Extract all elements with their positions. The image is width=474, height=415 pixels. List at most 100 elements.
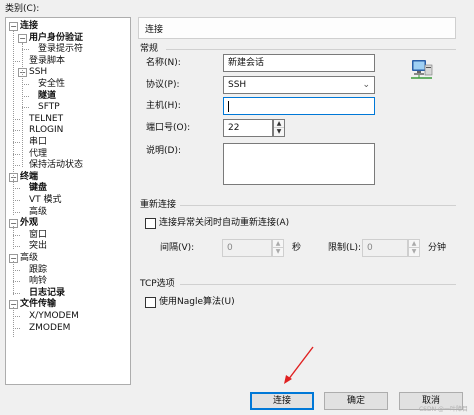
- tree-expander-icon[interactable]: −: [18, 33, 27, 43]
- auto-reconnect-checkbox[interactable]: [145, 218, 156, 229]
- tree-connector: [22, 84, 29, 85]
- reconnect-divider: [180, 205, 456, 206]
- category-tree[interactable]: − 连接 − 用户身份验证 登录提示符 登录脚本 − SSH 安全性 隧道 SFTP TELNET RL…: [5, 17, 131, 385]
- tree-guide-line: [13, 226, 14, 249]
- connect-button[interactable]: 连接: [250, 392, 314, 410]
- tree-item-label: RLOGIN: [29, 125, 64, 136]
- tree-item[interactable]: − 连接: [6, 21, 130, 32]
- tree-item-label: 高级: [20, 253, 39, 263]
- tree-connector: [13, 246, 20, 248]
- limit-label: 限制(L):: [328, 243, 362, 253]
- tree-connector: [13, 200, 20, 201]
- tree-item[interactable]: 跟踪: [6, 265, 130, 276]
- name-input[interactable]: 新建会话: [223, 54, 375, 72]
- tree-connector: [13, 327, 20, 329]
- interval-stepper[interactable]: ▲ ▼: [272, 239, 284, 257]
- tree-guide-line: [13, 30, 14, 180]
- tree-item[interactable]: 登录提示符: [6, 44, 130, 55]
- spin-up-icon[interactable]: ▲: [274, 120, 284, 128]
- tree-item[interactable]: ZMODEM: [6, 323, 130, 334]
- tree-item[interactable]: 窗口: [6, 230, 130, 241]
- port-label: 端口号(O):: [146, 123, 191, 133]
- tree-item[interactable]: X/YMODEM: [6, 311, 130, 322]
- tree-item[interactable]: − 文件传输: [6, 299, 130, 310]
- watermark-text: CSDN @一叶障目: [418, 406, 468, 413]
- tree-item[interactable]: 键盘: [6, 183, 130, 194]
- tree-item-label: 高级: [29, 206, 48, 217]
- spin-up-icon[interactable]: ▲: [273, 240, 283, 248]
- tree-item[interactable]: − 用户身份验证: [6, 33, 130, 44]
- tree-connector: [22, 95, 29, 97]
- tree-connector: [13, 130, 20, 132]
- reconnect-section-label: 重新连接: [140, 200, 177, 210]
- tree-item-label: 隧道: [38, 90, 57, 101]
- tree-item-label: 终端: [20, 171, 39, 182]
- tree-item[interactable]: TELNET: [6, 114, 130, 125]
- tree-item-label: SFTP: [38, 102, 60, 113]
- spin-up-icon[interactable]: ▲: [409, 240, 419, 248]
- description-textarea[interactable]: [223, 143, 375, 185]
- limit-input[interactable]: 0: [362, 239, 408, 257]
- tree-item-label: 用户身份验证: [29, 32, 84, 43]
- tree-item-label: VT 模式: [29, 195, 62, 205]
- general-divider: [166, 49, 456, 50]
- tree-item[interactable]: 串口: [6, 137, 130, 148]
- tree-item[interactable]: SFTP: [6, 102, 130, 113]
- interval-input[interactable]: 0: [222, 239, 272, 257]
- tree-item[interactable]: 安全性: [6, 79, 130, 90]
- spin-down-icon[interactable]: ▼: [274, 128, 284, 136]
- limit-unit: 分钟: [428, 243, 447, 253]
- tree-item[interactable]: − 高级: [6, 253, 130, 264]
- tree-item-label: 登录提示符: [38, 44, 84, 55]
- tree-item-label: ZMODEM: [29, 322, 71, 333]
- tree-item-label: 登录脚本: [29, 55, 66, 66]
- name-label: 名称(N):: [146, 58, 181, 68]
- port-input[interactable]: 22: [223, 119, 273, 137]
- network-computer-icon: [411, 60, 433, 79]
- text-caret: [228, 101, 229, 112]
- tree-item[interactable]: VT 模式: [6, 195, 130, 206]
- tree-item-label: TELNET: [29, 113, 64, 124]
- panel-title: 连接: [138, 17, 456, 39]
- tree-connector: [13, 118, 20, 120]
- tree-item-label: 外观: [20, 218, 39, 229]
- tree-connector: [13, 292, 20, 294]
- tree-connector: [13, 211, 20, 213]
- tree-item[interactable]: 代理: [6, 149, 130, 160]
- tree-connector: [13, 281, 20, 283]
- nagle-checkbox[interactable]: [145, 297, 156, 308]
- tree-item[interactable]: − SSH: [6, 67, 130, 78]
- category-label: 类别(C):: [5, 4, 40, 14]
- red-arrow-annotation: [284, 346, 314, 384]
- tree-item[interactable]: 登录脚本: [6, 56, 130, 67]
- spin-down-icon[interactable]: ▼: [409, 248, 419, 256]
- tcp-section-label: TCP选项: [140, 279, 175, 289]
- port-stepper[interactable]: ▲ ▼: [273, 119, 285, 137]
- chevron-down-icon: ⌄: [362, 80, 370, 90]
- tree-item[interactable]: 响铃: [6, 276, 130, 287]
- host-label: 主机(H):: [146, 101, 181, 111]
- tree-connector: [13, 153, 20, 155]
- tree-item[interactable]: 保持活动状态: [6, 160, 130, 171]
- tree-item[interactable]: 高级: [6, 207, 130, 218]
- tree-guide-line: [13, 180, 14, 215]
- host-input[interactable]: [223, 97, 375, 115]
- limit-stepper[interactable]: ▲ ▼: [408, 239, 420, 257]
- tcp-divider: [180, 284, 456, 285]
- tree-item[interactable]: RLOGIN: [6, 125, 130, 136]
- tree-item[interactable]: − 终端: [6, 172, 130, 183]
- tree-item[interactable]: 突出: [6, 241, 130, 252]
- spin-down-icon[interactable]: ▼: [273, 248, 283, 256]
- tree-item-label: 连接: [20, 21, 39, 31]
- ok-button[interactable]: 确定: [324, 392, 388, 410]
- tree-item[interactable]: − 外观: [6, 218, 130, 229]
- tree-item[interactable]: 日志记录: [6, 288, 130, 299]
- nagle-label: 使用Nagle算法(U): [159, 297, 235, 307]
- tree-connector: [13, 188, 20, 190]
- protocol-select[interactable]: SSH ⌄: [223, 76, 375, 94]
- tree-item-label: SSH: [29, 67, 48, 78]
- tree-item-label: 窗口: [29, 229, 48, 240]
- tree-item-label: X/YMODEM: [29, 311, 79, 321]
- tree-item[interactable]: 隧道: [6, 91, 130, 102]
- interval-label: 间隔(V):: [160, 243, 195, 253]
